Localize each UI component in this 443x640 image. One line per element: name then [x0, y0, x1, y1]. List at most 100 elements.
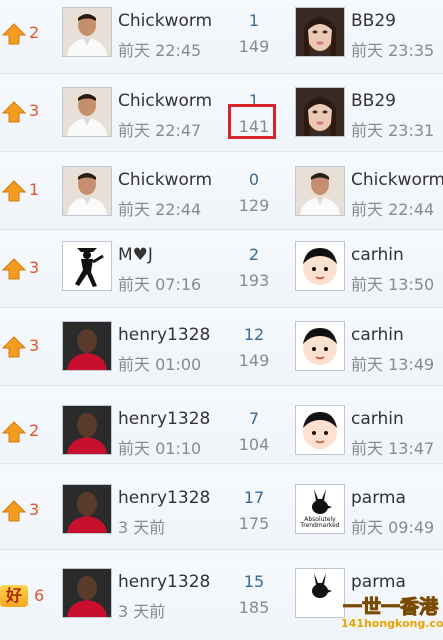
up-arrow-icon [2, 180, 26, 202]
thread-row[interactable]: 3 M♥J 前天 07:16 2 193 carhin 前天 13:50 [0, 230, 443, 308]
last-post-time: 前天 13:49 [351, 355, 435, 374]
last-post-time: 前天 23:31 [351, 121, 435, 140]
soccer-player-avatar-icon [63, 167, 111, 215]
post-time: 前天 22:44 [118, 200, 202, 219]
author-name[interactable]: M♥J [118, 245, 153, 265]
reply-count[interactable]: 0 [232, 170, 276, 189]
view-count: 175 [238, 514, 270, 533]
reply-count[interactable]: 2 [232, 245, 276, 264]
rank-cell: 2 [0, 386, 48, 464]
view-count: 149 [238, 37, 270, 56]
reply-count[interactable]: 12 [232, 325, 276, 344]
rank-cell: 3 [0, 230, 48, 308]
thread-row[interactable]: 3 henry1328 前天 01:00 12 149 carhin 前天 13… [0, 308, 443, 386]
reply-count[interactable]: 15 [232, 572, 276, 591]
thread-row[interactable]: 1 Chickworm 前天 22:44 0 129 Chickworm 前天 … [0, 152, 443, 230]
up-arrow-icon [2, 421, 26, 443]
author-name[interactable]: henry1328 [118, 488, 210, 508]
last-poster-name[interactable]: parma [351, 572, 406, 592]
up-arrow-icon [2, 500, 26, 522]
post-time: 前天 01:10 [118, 439, 202, 458]
rank-number: 3 [29, 500, 40, 519]
author-avatar[interactable] [62, 166, 112, 216]
soccer-player-avatar-icon [63, 8, 111, 56]
site-watermark: 一世一香港 141hongkong.com [341, 590, 443, 636]
good-badge-icon: 好 [0, 585, 28, 607]
reply-count[interactable]: 17 [232, 488, 276, 507]
last-post-time: 前天 09:49 [351, 518, 435, 537]
rank-cell: 3 [0, 472, 48, 550]
playboy-bunny-logo-avatar-icon [296, 569, 344, 617]
author-name[interactable]: henry1328 [118, 572, 210, 592]
soccer-player-red-avatar-icon [63, 485, 111, 533]
rank-cell: 好 6 [0, 556, 48, 634]
last-post-time: 前天 23:35 [351, 41, 435, 60]
author-avatar[interactable] [62, 568, 112, 618]
last-poster-avatar[interactable]: Absolutely Trendmarked [295, 484, 345, 534]
soccer-player-avatar-icon [63, 88, 111, 136]
last-poster-avatar[interactable] [295, 568, 345, 618]
rank-number: 2 [29, 421, 40, 440]
watermark-title: 一世一香港 [342, 596, 439, 619]
last-poster-avatar[interactable] [295, 241, 345, 291]
author-avatar[interactable] [62, 7, 112, 57]
post-time: 3 天前 [118, 602, 166, 621]
author-name[interactable]: Chickworm [118, 170, 212, 190]
author-avatar[interactable] [62, 405, 112, 455]
author-name[interactable]: henry1328 [118, 325, 210, 345]
bunny-caption: Absolutely Trendmarked [300, 516, 340, 529]
last-poster-avatar[interactable] [295, 87, 345, 137]
author-name[interactable]: Chickworm [118, 91, 212, 111]
last-poster-name[interactable]: carhin [351, 245, 404, 265]
rank-number: 3 [29, 336, 40, 355]
up-arrow-icon [2, 258, 26, 280]
last-poster-name[interactable]: BB29 [351, 11, 396, 31]
thread-row[interactable]: 3 henry1328 3 天前 17 175 Absolutely Trend… [0, 472, 443, 550]
up-arrow-icon [2, 101, 26, 123]
rank-cell: 3 [0, 308, 48, 386]
author-avatar[interactable] [62, 484, 112, 534]
soccer-player-red-avatar-icon [63, 406, 111, 454]
last-poster-name[interactable]: carhin [351, 325, 404, 345]
rank-number: 1 [29, 180, 40, 199]
thread-row[interactable]: 2 henry1328 前天 01:10 7 104 carhin 前天 13:… [0, 386, 443, 464]
reply-count[interactable]: 1 [232, 11, 276, 30]
cartoon-boy-avatar-icon [296, 406, 344, 454]
dancer-silhouette-avatar-icon [63, 242, 111, 290]
rank-number: 2 [29, 23, 40, 42]
view-count: 149 [238, 351, 270, 370]
cartoon-boy-avatar-icon [296, 322, 344, 370]
cartoon-boy-avatar-icon [296, 242, 344, 290]
last-poster-name[interactable]: carhin [351, 409, 404, 429]
author-avatar[interactable] [62, 87, 112, 137]
last-poster-avatar[interactable] [295, 7, 345, 57]
soccer-player-red-avatar-icon [63, 322, 111, 370]
view-count: 104 [238, 435, 270, 454]
up-arrow-icon [2, 336, 26, 358]
last-post-time: 前天 13:47 [351, 439, 435, 458]
woman-portrait-avatar-icon [296, 8, 344, 56]
last-poster-name[interactable]: parma [351, 488, 406, 508]
last-poster-avatar[interactable] [295, 405, 345, 455]
soccer-player-avatar-icon [296, 167, 344, 215]
post-time: 3 天前 [118, 518, 166, 537]
last-poster-name[interactable]: BB29 [351, 91, 396, 111]
last-poster-avatar[interactable] [295, 321, 345, 371]
author-avatar[interactable] [62, 241, 112, 291]
post-time: 前天 07:16 [118, 275, 202, 294]
thread-row[interactable]: 3 Chickworm 前天 22:47 1 141 BB29 前天 23:31 [0, 74, 443, 152]
last-post-time: 前天 13:50 [351, 275, 435, 294]
reply-count[interactable]: 7 [232, 409, 276, 428]
last-post-time: 前天 22:44 [351, 200, 435, 219]
last-poster-name[interactable]: Chickworm [351, 170, 443, 190]
last-poster-avatar[interactable] [295, 166, 345, 216]
woman-portrait-avatar-icon [296, 88, 344, 136]
rank-cell: 2 [0, 0, 48, 74]
rank-number: 3 [29, 258, 40, 277]
author-avatar[interactable] [62, 321, 112, 371]
author-name[interactable]: henry1328 [118, 409, 210, 429]
thread-row[interactable]: 2 Chickworm 前天 22:45 1 149 BB29 前天 23:35 [0, 0, 443, 74]
post-time: 前天 22:45 [118, 41, 202, 60]
highlight-box [228, 104, 276, 139]
author-name[interactable]: Chickworm [118, 11, 212, 31]
